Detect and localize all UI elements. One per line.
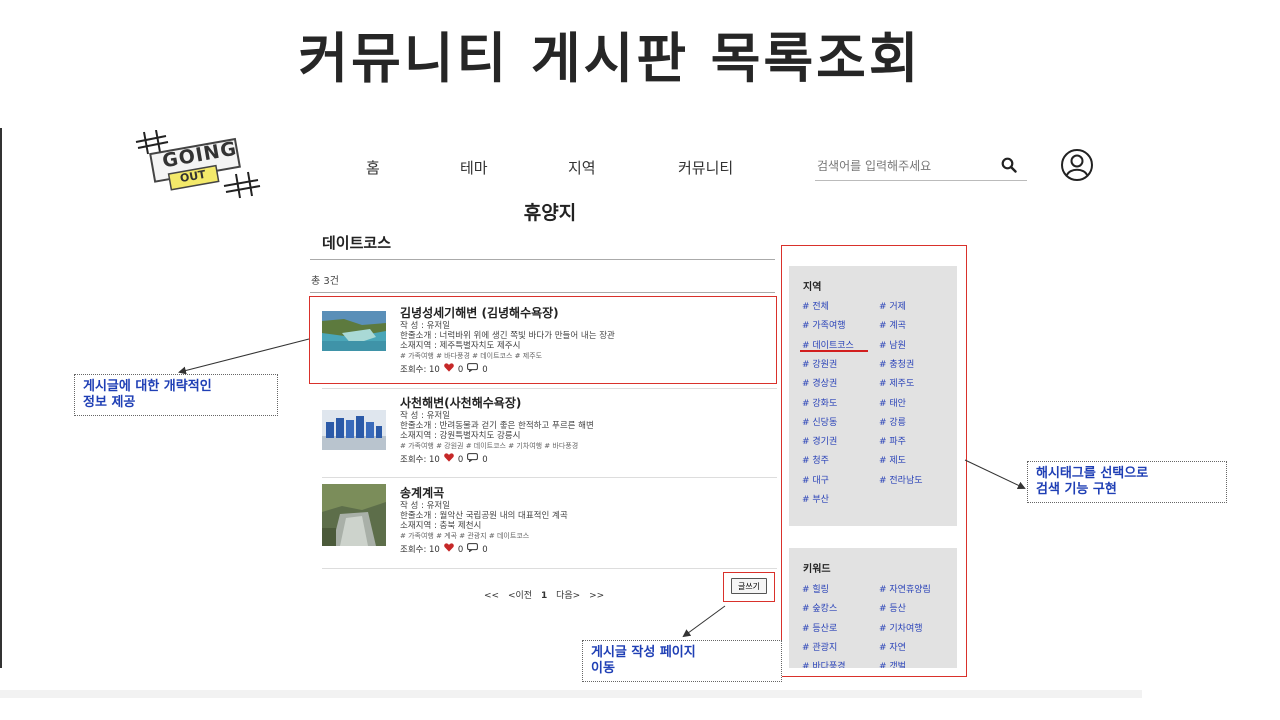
heart-icon[interactable] [444,543,454,557]
pagination-next[interactable]: 다음> [556,591,580,601]
callout-post-summary: 게시글에 대한 개략적인 정보 제공 [74,374,278,416]
post-title[interactable]: 사천해변(사천해수욕장) [400,396,780,411]
callout-line: 해시태그를 선택으로 [1036,466,1149,481]
post-summary: 한줄소개 : 반려동물과 걷기 좋은 한적하고 푸르른 해변 [400,421,594,431]
callout-write-page: 게시글 작성 페이지 이동 [582,640,782,682]
pagination-last[interactable]: >> [589,591,604,601]
going-out-logo[interactable]: GOING OUT [132,129,262,200]
post-location: 소재지역 : 강원특별자치도 강릉시 [400,431,521,441]
post-location: 소재지역 : 충북 제천시 [400,521,482,531]
post-thumbnail [322,410,386,450]
callout-line: 게시글에 대한 개략적인 [83,379,212,394]
post-list-item[interactable]: 송계계곡 작 성 : 유저일 한줄소개 : 월악산 국립공원 내의 대표적인 계… [322,484,780,566]
post-tags: # 가족여행 # 강원권 # 데이트코스 # 기차여행 # 바다풍경 [400,442,579,450]
comment-icon[interactable] [467,543,479,557]
search-input[interactable] [815,152,989,180]
post-views: 조회수: 10 [400,454,440,465]
post-stats: 조회수: 10 0 0 [400,453,780,467]
user-circle-icon[interactable] [1060,148,1094,186]
divider [310,259,775,260]
callout-hashtag-search: 해시태그를 선택으로 검색 기능 구현 [1027,461,1227,503]
post-likes: 0 [457,544,464,555]
post-summary: 한줄소개 : 월악산 국립공원 내의 대표적인 계곡 [400,511,568,521]
post-highlight-box [309,296,777,384]
pagination-prev[interactable]: <이전 [508,591,532,601]
post-title[interactable]: 송계계곡 [400,486,780,501]
callout-line: 정보 제공 [83,395,136,410]
divider [310,292,775,293]
heart-icon[interactable] [444,453,454,467]
category-title: 데이트코스 [322,234,392,252]
nav-home[interactable]: 홈 [366,157,380,178]
search-icon[interactable] [1001,157,1017,177]
callout-line: 검색 기능 구현 [1036,482,1117,497]
post-likes: 0 [457,454,464,465]
write-button-highlight-box [723,572,775,602]
comment-icon[interactable] [467,453,479,467]
post-author: 작 성 : 유저일 [400,411,451,421]
callout-line: 게시글 작성 페이지 [591,645,696,660]
pagination: << <이전 1 다음> >> [484,588,610,601]
pagination-current[interactable]: 1 [541,591,547,601]
divider [322,477,777,478]
total-count: 총 3건 [311,276,339,287]
screenshot-bottom-border [0,690,1142,698]
slide-title: 커뮤니티 게시판 목록조회 [298,27,922,90]
post-stats: 조회수: 10 0 0 [400,543,780,557]
sidebar-highlight-box [781,245,967,677]
post-tags: # 가족여행 # 계곡 # 관광지 # 데이트코스 [400,532,530,540]
post-views: 조회수: 10 [400,544,440,555]
search-bar [815,152,1027,181]
divider [322,388,777,389]
post-list-item[interactable]: 사천해변(사천해수욕장) 작 성 : 유저일 한줄소개 : 반려동물과 걷기 좋… [322,396,777,476]
screenshot-left-border [0,128,2,668]
page-heading: 휴양지 [523,202,577,224]
nav-region[interactable]: 지역 [568,157,596,178]
post-author: 작 성 : 유저일 [400,501,451,511]
post-thumbnail [322,484,386,546]
nav-community[interactable]: 커뮤니티 [678,157,733,178]
post-comments: 0 [482,544,488,555]
callout-line: 이동 [591,661,615,676]
pagination-first[interactable]: << [484,591,499,601]
divider [322,568,777,569]
nav-theme[interactable]: 테마 [460,157,488,178]
post-comments: 0 [482,454,488,465]
